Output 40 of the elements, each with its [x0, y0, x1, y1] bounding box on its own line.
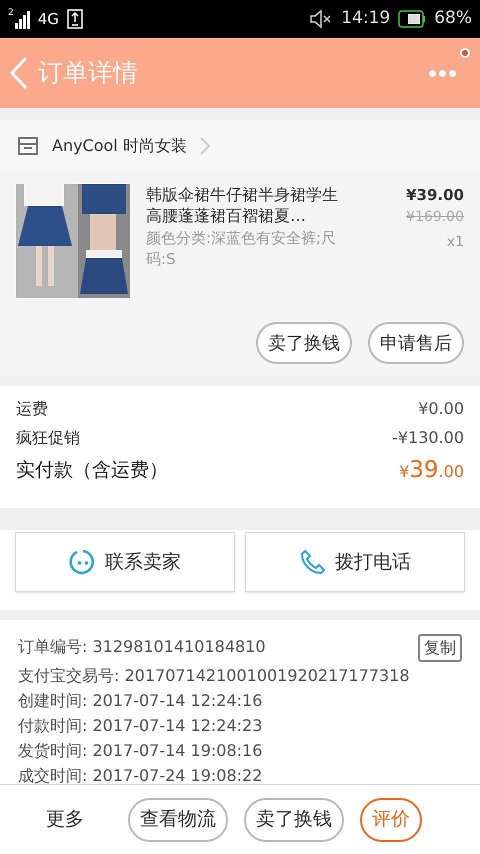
original-price: ¥169.00: [406, 208, 464, 226]
total-label: 实付款（含运费）: [16, 458, 168, 483]
info-line: 成交时间: 2017-07-24 19:08:22: [18, 766, 262, 784]
product-title[interactable]: 韩版伞裙牛仔裙半身裙学生高腰蓬蓬裙百褶裙夏…: [146, 184, 346, 226]
action-button[interactable]: 卖了换钱: [244, 798, 344, 842]
chevron-right-icon: [198, 136, 211, 156]
page-title: 订单详情: [38, 57, 138, 90]
store-icon: [16, 135, 40, 157]
action-button[interactable]: 申请售后: [368, 322, 464, 364]
fee-label: 运费: [16, 398, 48, 420]
info-line: 创建时间: 2017-07-14 12:24:16: [18, 691, 262, 710]
total-amount: ¥39.00: [399, 456, 464, 485]
copy-button[interactable]: 复制: [418, 634, 462, 662]
network-label: 4G: [38, 8, 59, 30]
battery-icon: [398, 10, 426, 28]
shop-name: AnyCool 时尚女装: [52, 135, 187, 157]
battery-text: 68%: [434, 7, 472, 30]
back-icon[interactable]: [8, 56, 30, 90]
upload-icon: [66, 9, 83, 29]
mute-icon: [309, 9, 334, 29]
product-price: ¥39.00: [406, 185, 464, 206]
phone-icon: [299, 548, 327, 576]
more-button[interactable]: 更多: [20, 805, 112, 834]
quantity-text: x1: [446, 232, 464, 252]
action-button[interactable]: 卖了换钱: [256, 322, 352, 364]
action-button[interactable]: 查看物流: [128, 798, 228, 842]
more-icon[interactable]: [429, 70, 456, 76]
contact-button[interactable]: 拨打电话: [245, 532, 465, 592]
info-line: 付款时间: 2017-07-14 12:24:23: [18, 716, 262, 735]
clock-text: 14:19: [341, 7, 390, 30]
info-line: 支付宝交易号: 2017071421001001920217177318: [18, 666, 410, 685]
info-line: 发货时间: 2017-07-14 19:08:16: [18, 741, 262, 760]
fee-label: 疯狂促销: [16, 426, 80, 448]
fee-value: -¥130.00: [392, 426, 464, 448]
fee-value: ¥0.00: [418, 398, 464, 420]
chat-bubble-icon: [69, 548, 97, 576]
product-spec: 颜色分类:深蓝色有安全裤;尺码:S: [146, 228, 338, 270]
info-line: 订单编号: 31298101410184810: [18, 637, 266, 656]
contact-button[interactable]: 联系卖家: [15, 532, 235, 592]
shop-row[interactable]: AnyCool 时尚女装: [0, 120, 480, 172]
